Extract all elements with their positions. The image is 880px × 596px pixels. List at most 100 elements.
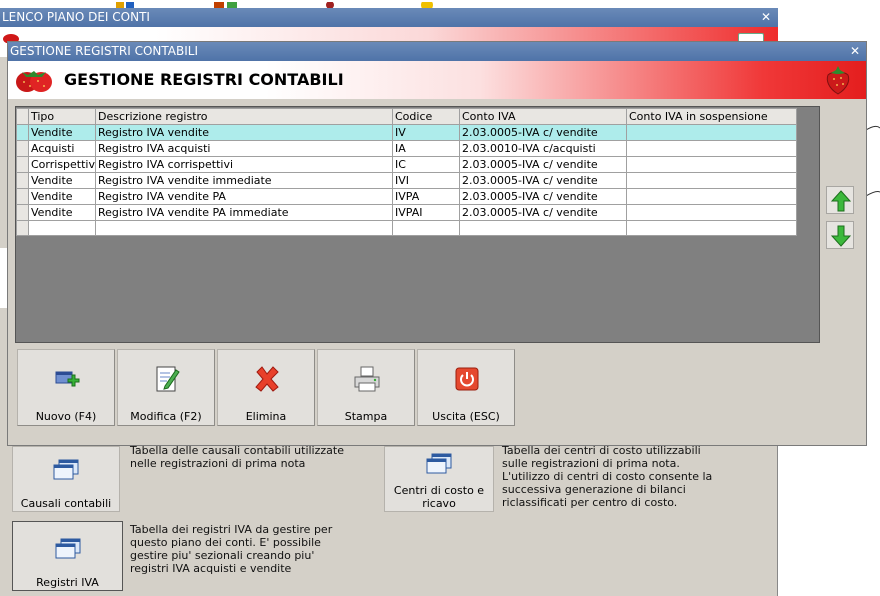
empty-cell[interactable] <box>95 220 393 236</box>
column-header-conto-iva-sospensione[interactable]: Conto IVA in sospensione <box>626 108 797 125</box>
cell-tipo[interactable]: Corrispettivi <box>28 156 96 173</box>
table-row[interactable]: Vendite Registro IVA vendite PA IVPA 2.03.0… <box>16 188 797 205</box>
table-row[interactable]: Vendite Registro IVA vendite IV 2.03.0005-I… <box>16 124 797 141</box>
empty-cell[interactable] <box>626 220 797 236</box>
cell-conto-iva-sospensione[interactable] <box>626 204 797 221</box>
strawberry-icon <box>826 66 850 95</box>
cell-descrizione[interactable]: Registro IVA vendite <box>95 124 393 141</box>
registri-table: Tipo Descrizione registro Codice Conto I… <box>16 108 797 236</box>
close-icon[interactable]: ✕ <box>850 42 860 61</box>
row-indicator[interactable] <box>16 172 29 189</box>
close-icon[interactable]: ✕ <box>761 8 771 27</box>
arrow-up-icon <box>831 190 851 212</box>
row-indicator-header <box>16 108 29 125</box>
cell-conto-iva[interactable]: 2.03.0005-IVA c/ vendite <box>459 156 627 173</box>
empty-cell[interactable] <box>28 220 96 236</box>
move-down-button[interactable] <box>826 221 854 249</box>
modifica-label: Modifica (F2) <box>130 410 202 423</box>
row-indicator[interactable] <box>16 188 29 205</box>
move-up-button[interactable] <box>826 186 854 214</box>
registri-iva-button[interactable]: Registri IVA <box>12 521 123 591</box>
top-strip-icon <box>114 0 138 9</box>
background-window-titlebar: LENCO PIANO DEI CONTI ✕ <box>0 8 778 27</box>
top-strip-icon <box>212 0 242 9</box>
delete-x-icon <box>255 366 279 392</box>
exit-power-icon <box>455 367 479 391</box>
table-row[interactable]: Vendite Registro IVA vendite PA immediate… <box>16 204 797 221</box>
column-header-descrizione[interactable]: Descrizione registro <box>95 108 393 125</box>
column-header-codice[interactable]: Codice <box>392 108 460 125</box>
cell-descrizione[interactable]: Registro IVA acquisti <box>95 140 393 157</box>
nuovo-button[interactable]: Nuovo (F4) <box>17 349 115 426</box>
empty-cell[interactable] <box>459 220 627 236</box>
centri-di-costo-label: Centri di costo e ricavo <box>393 484 485 510</box>
row-indicator[interactable] <box>16 124 29 141</box>
causali-contabili-label: Causali contabili <box>20 497 112 510</box>
cell-tipo[interactable]: Vendite <box>28 204 96 221</box>
centri-di-costo-description: Tabella dei centri di costo utilizzabili… <box>502 444 713 509</box>
cell-conto-iva[interactable]: 2.03.0005-IVA c/ vendite <box>459 204 627 221</box>
elimina-label: Elimina <box>245 410 287 423</box>
cell-conto-iva-sospensione[interactable] <box>626 188 797 205</box>
gestione-registri-dialog: GESTIONE REGISTRI CONTABILI ✕ GESTIONE R… <box>7 41 867 446</box>
cell-descrizione[interactable]: Registro IVA vendite PA immediate <box>95 204 393 221</box>
cell-codice[interactable]: IC <box>392 156 460 173</box>
table-row[interactable]: Acquisti Registro IVA acquisti IA 2.03.0010… <box>16 140 797 157</box>
strawberry-icon <box>16 71 52 92</box>
cell-tipo[interactable]: Vendite <box>28 124 96 141</box>
cell-codice[interactable]: IVI <box>392 172 460 189</box>
cell-conto-iva-sospensione[interactable] <box>626 156 797 173</box>
stampa-button[interactable]: Stampa <box>317 349 415 426</box>
column-header-conto-iva[interactable]: Conto IVA <box>459 108 627 125</box>
cell-codice[interactable]: IVPA <box>392 188 460 205</box>
elimina-button[interactable]: Elimina <box>217 349 315 426</box>
top-strip-icon <box>322 0 338 9</box>
stampa-label: Stampa <box>344 410 388 423</box>
cell-tipo[interactable]: Vendite <box>28 172 96 189</box>
table-row[interactable]: Vendite Registro IVA vendite immediate IVI… <box>16 172 797 189</box>
cell-codice[interactable]: IA <box>392 140 460 157</box>
uscita-button[interactable]: Uscita (ESC) <box>417 349 515 426</box>
arrow-down-icon <box>831 225 851 247</box>
cell-descrizione[interactable]: Registro IVA vendite immediate <box>95 172 393 189</box>
cell-conto-iva-sospensione[interactable] <box>626 172 797 189</box>
cell-conto-iva[interactable]: 2.03.0005-IVA c/ vendite <box>459 172 627 189</box>
cell-conto-iva[interactable]: 2.03.0005-IVA c/ vendite <box>459 188 627 205</box>
top-strip-icon <box>412 0 442 11</box>
dialog-titlebar: GESTIONE REGISTRI CONTABILI ✕ <box>8 42 866 61</box>
cell-descrizione[interactable]: Registro IVA vendite PA <box>95 188 393 205</box>
registri-grid[interactable]: Tipo Descrizione registro Codice Conto I… <box>15 106 820 343</box>
uscita-label: Uscita (ESC) <box>432 410 500 423</box>
dialog-banner-title: GESTIONE REGISTRI CONTABILI <box>64 70 344 89</box>
nuovo-label: Nuovo (F4) <box>35 410 97 423</box>
causali-contabili-description: Tabella delle causali contabili utilizza… <box>130 444 344 470</box>
decorative-curve <box>866 125 880 197</box>
causali-contabili-button[interactable]: Causali contabili <box>12 446 120 512</box>
row-indicator[interactable] <box>16 156 29 173</box>
modifica-button[interactable]: Modifica (F2) <box>117 349 215 426</box>
cell-tipo[interactable]: Acquisti <box>28 140 96 157</box>
row-indicator[interactable] <box>16 220 29 236</box>
centri-di-costo-button[interactable]: Centri di costo e ricavo <box>384 446 494 512</box>
background-window-title: LENCO PIANO DEI CONTI <box>2 10 150 24</box>
row-indicator[interactable] <box>16 204 29 221</box>
printer-icon <box>354 366 380 392</box>
new-row[interactable] <box>16 220 797 236</box>
cell-conto-iva-sospensione[interactable] <box>626 124 797 141</box>
table-row[interactable]: Corrispettivi Registro IVA corrispettivi I… <box>16 156 797 173</box>
cell-codice[interactable]: IV <box>392 124 460 141</box>
cell-descrizione[interactable]: Registro IVA corrispettivi <box>95 156 393 173</box>
cell-conto-iva[interactable]: 2.03.0010-IVA c/acquisti <box>459 140 627 157</box>
new-record-icon <box>55 371 80 387</box>
edit-document-icon <box>156 366 180 392</box>
window-stack-icon <box>53 459 79 480</box>
cell-conto-iva-sospensione[interactable] <box>626 140 797 157</box>
cell-codice[interactable]: IVPAI <box>392 204 460 221</box>
window-stack-icon <box>55 538 80 559</box>
cell-tipo[interactable]: Vendite <box>28 188 96 205</box>
empty-cell[interactable] <box>392 220 460 236</box>
dialog-banner: GESTIONE REGISTRI CONTABILI <box>8 61 866 99</box>
row-indicator[interactable] <box>16 140 29 157</box>
column-header-tipo[interactable]: Tipo <box>28 108 96 125</box>
cell-conto-iva[interactable]: 2.03.0005-IVA c/ vendite <box>459 124 627 141</box>
